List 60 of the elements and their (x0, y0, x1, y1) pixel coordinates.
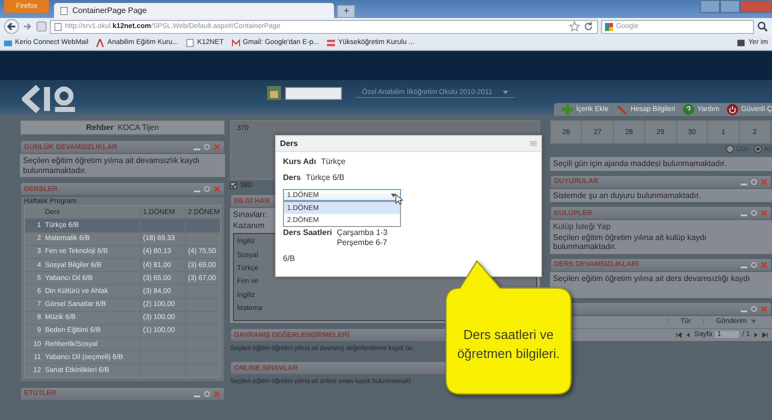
refresh-icon[interactable] (750, 178, 758, 186)
school-icon (267, 86, 281, 100)
triangle-logo-icon (96, 38, 104, 46)
caret-icon (750, 318, 757, 326)
refresh-icon[interactable] (750, 209, 758, 218)
callout-text: Ders saatleri ve öğretmen bilgileri. (456, 326, 561, 363)
bookmarks-icon (737, 38, 746, 46)
guide-name: KOCA Tijen (118, 123, 159, 132)
reload-icon[interactable] (583, 21, 594, 32)
flag-icon (327, 38, 336, 46)
legend-checkbox[interactable] (230, 182, 237, 189)
browser-tab[interactable]: ContainerPage Page (54, 3, 334, 18)
search-icon[interactable] (757, 21, 768, 32)
outcome-label: Kazanım (233, 220, 265, 230)
guide-label: Rehber (86, 123, 114, 132)
course-absence-message: Seçilen eğitim öğretim yılına ait ders devamsızlığı kaydı (553, 274, 751, 284)
exams-label: Sınavları: (233, 210, 267, 220)
power-icon (727, 104, 738, 115)
agenda-message: Seçili gün için ajanda maddesi bulunmamaktadır. (553, 159, 728, 169)
mail-icon (4, 38, 12, 46)
field-label: Kurs Adı (283, 157, 316, 166)
back-button[interactable] (4, 19, 19, 34)
refresh-icon[interactable] (203, 143, 211, 151)
refresh-icon[interactable] (203, 185, 211, 194)
school-code-field[interactable] (285, 86, 342, 100)
last-page-icon[interactable] (762, 332, 768, 338)
radio-button[interactable] (754, 145, 762, 153)
field-value: Türkçe 6/B (306, 173, 344, 182)
lesson-hour: Perşembe 6-7 (336, 238, 388, 247)
field-value: Türkçe (321, 157, 346, 166)
window-controls[interactable] (700, 0, 772, 13)
forward-button[interactable] (22, 21, 33, 32)
announcements-message: Sistemde şu an duyuru bulunmamaktadır. (553, 190, 702, 200)
field-label: Ders (283, 173, 301, 182)
page-icon (186, 38, 194, 46)
clubs-message: Seçilen eğitim öğretim yılına ait kulüp kaydı bulunmamaktadır. (553, 232, 708, 252)
google-icon (605, 22, 613, 30)
plus-icon (562, 104, 574, 115)
attendance-message: Seçilen eğitim öğretim yılına ait devamsızlık kaydı bulunmamaktadır. (23, 156, 201, 176)
new-tab-button[interactable]: + (337, 5, 356, 18)
radio-button[interactable] (726, 145, 734, 153)
refresh-icon[interactable] (203, 390, 211, 398)
club-request-link[interactable]: Kulüp İsteği Yap (553, 222, 611, 232)
caret-icon (502, 89, 510, 96)
next-page-icon[interactable] (753, 332, 759, 338)
envelope-icon (232, 38, 240, 46)
lesson-hour: Çarşamba 1-3 (336, 228, 388, 237)
dialog-title: Ders (280, 139, 298, 148)
star-icon[interactable] (569, 21, 580, 32)
tools-icon (616, 104, 628, 115)
grip-icon[interactable] (530, 141, 537, 146)
previous-page-icon[interactable] (685, 332, 692, 338)
class-name: 6/B (283, 254, 296, 263)
tab-label: ContainerPage Page (72, 6, 147, 15)
first-page-icon[interactable] (676, 332, 682, 338)
help-icon (683, 104, 694, 115)
identity-icon[interactable] (36, 21, 47, 32)
refresh-icon[interactable] (750, 260, 758, 269)
refresh-icon[interactable] (750, 304, 758, 313)
field-label: Ders Saatleri (283, 228, 332, 239)
